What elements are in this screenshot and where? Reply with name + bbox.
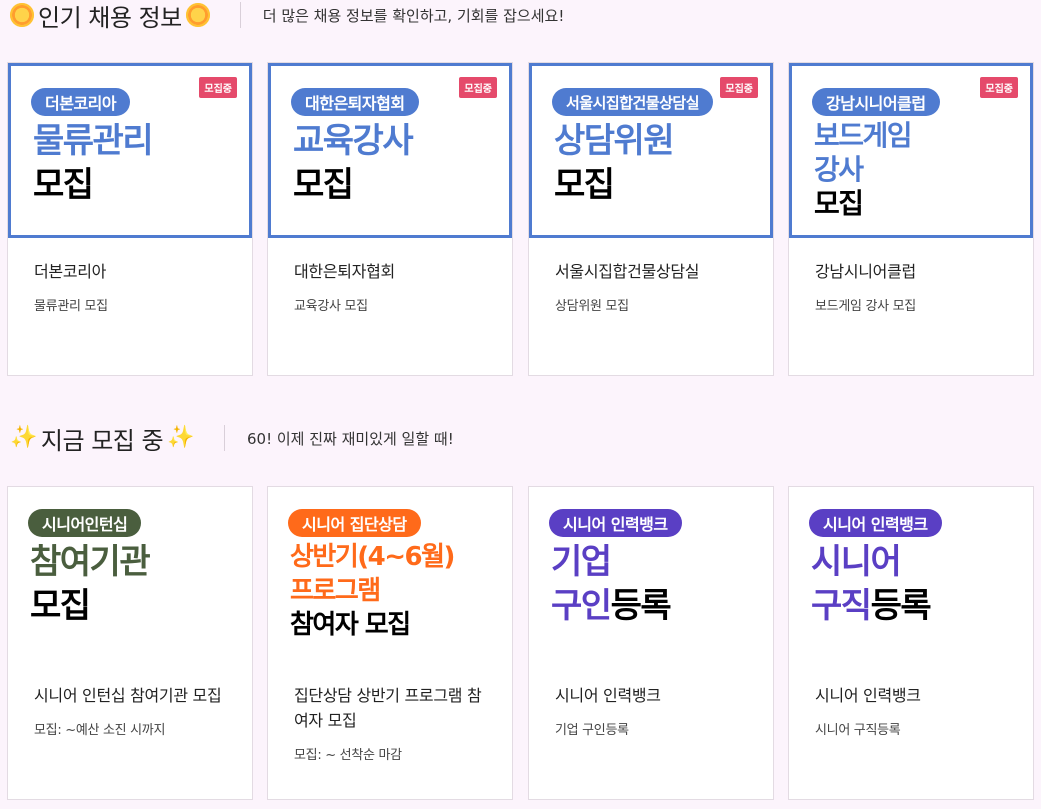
headline-line1: 시니어 [811, 542, 902, 582]
card-title[interactable]: 집단상담 상반기 프로그램 참여자 모집 [294, 684, 486, 734]
card-title[interactable]: 강남시니어클럽 [815, 260, 1007, 285]
status-badge: 모집중 [459, 77, 497, 98]
card-thumbnail: 시니어 인력뱅크 기업 구인등록 [529, 487, 773, 662]
status-badge: 모집중 [720, 77, 758, 98]
program-card[interactable]: 시니어인턴십 참여기관 모집 시니어 인턴십 참여기관 모집 모집: ~예산 소… [7, 486, 253, 800]
org-pill: 강남시니어클럽 [812, 88, 940, 116]
headline-line1: 상담위원 [554, 121, 675, 161]
headline-line2: 모집 [293, 165, 354, 205]
card-description: 기업 구인등록 [555, 722, 629, 738]
headline-accent: 구직 [811, 586, 872, 626]
job-card[interactable]: 대한은퇴자협회 모집중 교육강사 모집 대한은퇴자협회 교육강사 모집 [267, 62, 513, 376]
status-badge: 모집중 [199, 77, 237, 98]
program-card[interactable]: 시니어 인력뱅크 시니어 구직등록 시니어 인력뱅크 시니어 구직등록 [788, 486, 1034, 800]
card-thumbnail: 시니어인턴십 참여기관 모집 [8, 487, 252, 662]
headline-accent: 구인 [551, 586, 612, 626]
org-pill: 더본코리아 [31, 88, 131, 116]
job-card[interactable]: 강남시니어클럽 모집중 보드게임 강사 모집 강남시니어클럽 보드게임 강사 모… [788, 62, 1034, 376]
card-title[interactable]: 더본코리아 [34, 260, 226, 285]
headline-line1b: 프로그램 [290, 576, 381, 606]
section-title: ✨ 지금 모집 중 ✨ [10, 421, 194, 456]
headline-line2: 모집 [814, 187, 864, 220]
section-header-recruiting: ✨ 지금 모집 중 ✨ 60! 이제 진짜 재미있게 일할 때! [10, 420, 454, 456]
headline-line1: 교육강사 [293, 121, 414, 161]
section-header-popular: 인기 채용 정보 더 많은 채용 정보를 확인하고, 기회를 잡으세요! [10, 0, 564, 33]
section-subtitle: 더 많은 채용 정보를 확인하고, 기회를 잡으세요! [262, 6, 565, 25]
divider [239, 2, 241, 28]
card-title[interactable]: 서울시집합건물상담실 [555, 260, 747, 285]
program-pill: 시니어인턴십 [28, 509, 142, 537]
org-pill: 서울시집합건물상담실 [552, 88, 714, 116]
headline-line1: 보드게임 [814, 119, 913, 152]
headline-line1: 기업 [551, 542, 612, 582]
program-pill: 시니어 인력뱅크 [809, 509, 942, 537]
card-thumbnail: 서울시집합건물상담실 모집중 상담위원 모집 [529, 63, 773, 238]
status-badge: 모집중 [980, 77, 1018, 98]
card-description: 물류관리 모집 [34, 298, 108, 314]
headline-line1: 물류관리 [33, 121, 154, 161]
headline-line1: 상반기(4~6월) [290, 542, 455, 572]
card-thumbnail: 시니어 인력뱅크 시니어 구직등록 [789, 487, 1033, 662]
card-title[interactable]: 시니어 인력뱅크 [555, 684, 747, 709]
card-title[interactable]: 대한은퇴자협회 [294, 260, 486, 285]
card-description: 상담위원 모집 [555, 298, 629, 314]
card-title[interactable]: 시니어 인턴십 참여기관 모집 [34, 684, 226, 709]
headline-line1: 참여기관 [30, 542, 151, 582]
sun-icon [185, 3, 210, 27]
section-title: 인기 채용 정보 [10, 0, 210, 33]
program-pill: 시니어 인력뱅크 [549, 509, 682, 537]
sun-icon [10, 3, 34, 27]
job-card[interactable]: 서울시집합건물상담실 모집중 상담위원 모집 서울시집합건물상담실 상담위원 모… [528, 62, 774, 376]
sparkle-icon: ✨ [10, 425, 37, 450]
section-title-text: 인기 채용 정보 [38, 3, 182, 32]
card-description: 모집: ~ 선착순 마감 [294, 747, 402, 763]
card-description: 보드게임 강사 모집 [815, 298, 916, 314]
headline-line1b: 강사 [814, 153, 864, 186]
program-card[interactable]: 시니어 인력뱅크 기업 구인등록 시니어 인력뱅크 기업 구인등록 [528, 486, 774, 800]
card-thumbnail: 강남시니어클럽 모집중 보드게임 강사 모집 [789, 63, 1033, 238]
headline-line2: 모집 [33, 165, 94, 205]
section-subtitle: 60! 이제 진짜 재미있게 일할 때! [246, 429, 454, 448]
card-thumbnail: 대한은퇴자협회 모집중 교육강사 모집 [268, 63, 512, 238]
section-title-text: 지금 모집 중 [40, 426, 164, 455]
card-thumbnail: 더본코리아 모집중 물류관리 모집 [8, 63, 252, 238]
card-description: 모집: ~예산 소진 시까지 [34, 722, 166, 738]
job-card[interactable]: 더본코리아 모집중 물류관리 모집 더본코리아 물류관리 모집 [7, 62, 253, 376]
org-pill: 대한은퇴자협회 [291, 88, 419, 116]
headline-rest: 등록 [870, 586, 932, 626]
card-thumbnail: 시니어 집단상담 상반기(4~6월) 프로그램 참여자 모집 [268, 487, 512, 662]
headline-rest: 등록 [610, 586, 672, 626]
headline-line2: 모집 [30, 586, 91, 626]
card-description: 시니어 구직등록 [815, 722, 901, 738]
headline-line2: 모집 [554, 165, 615, 205]
program-pill: 시니어 집단상담 [288, 509, 421, 537]
program-card[interactable]: 시니어 집단상담 상반기(4~6월) 프로그램 참여자 모집 집단상담 상반기 … [267, 486, 513, 800]
card-description: 교육강사 모집 [294, 298, 368, 314]
headline-line2: 구인등록 [551, 586, 672, 626]
headline-line2: 구직등록 [811, 586, 932, 626]
headline-line2: 참여자 모집 [290, 610, 411, 640]
divider [223, 425, 225, 451]
card-title[interactable]: 시니어 인력뱅크 [815, 684, 1007, 709]
sparkle-icon: ✨ [167, 425, 194, 450]
